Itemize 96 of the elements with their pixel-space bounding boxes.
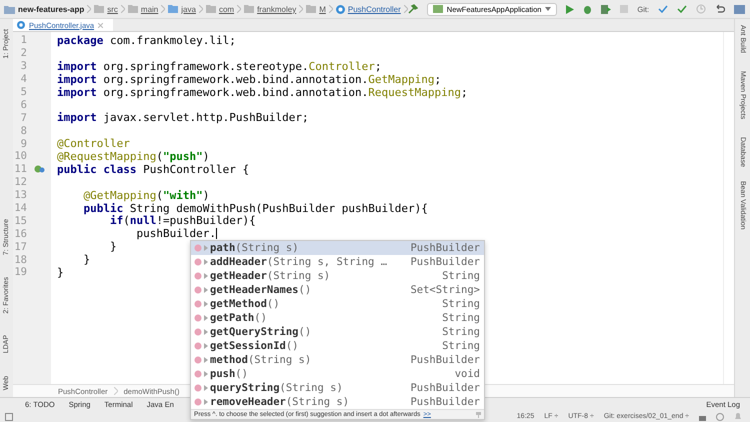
run-icon[interactable] bbox=[566, 4, 574, 14]
completion-item[interactable]: method(String s) PushBuilder bbox=[191, 353, 484, 367]
line-number: 1 bbox=[20, 34, 27, 46]
code-line: public class PushController { bbox=[56, 162, 250, 176]
folder-icon bbox=[128, 5, 138, 13]
code-line: } bbox=[108, 240, 117, 254]
code-line: import javax.servlet.http.PushBuilder; bbox=[56, 111, 309, 124]
class-icon bbox=[17, 21, 25, 29]
breadcrumb-item[interactable]: PushController bbox=[348, 4, 401, 14]
chevron-icon bbox=[328, 5, 333, 13]
class-icon bbox=[336, 4, 345, 14]
visibility-icon bbox=[204, 301, 208, 307]
chevron-icon bbox=[87, 5, 92, 13]
completion-item[interactable]: getSessionId() String bbox=[191, 339, 484, 353]
code-line: import org.springframework.web.bind.annotation.GetMapping; bbox=[56, 72, 442, 86]
visibility-icon bbox=[204, 357, 208, 363]
visibility-icon bbox=[204, 343, 208, 349]
undo-icon[interactable] bbox=[715, 4, 726, 14]
folder-icon bbox=[168, 5, 178, 13]
chevron-icon bbox=[120, 5, 125, 13]
line-number: 11 bbox=[13, 163, 27, 176]
line-number: 8 bbox=[20, 124, 27, 137]
completion-item[interactable]: getQueryString() String bbox=[191, 325, 484, 339]
visibility-icon bbox=[204, 371, 208, 377]
code-line: @RequestMapping("push") bbox=[56, 150, 210, 163]
line-number: 2 bbox=[20, 47, 27, 60]
line-number: 4 bbox=[20, 73, 27, 86]
completion-item[interactable]: getPath() String bbox=[191, 311, 484, 325]
visibility-icon bbox=[204, 315, 208, 321]
visibility-icon bbox=[204, 385, 208, 391]
line-number: 6 bbox=[20, 98, 27, 111]
line-number: 3 bbox=[20, 60, 27, 72]
chevron-icon bbox=[237, 5, 242, 13]
breadcrumb-item[interactable]: com bbox=[218, 4, 234, 14]
chevron-icon bbox=[299, 5, 304, 13]
line-number: 19 bbox=[13, 266, 27, 278]
line-number: 18 bbox=[13, 254, 27, 266]
code-line: } bbox=[82, 253, 90, 266]
line-number: 17 bbox=[13, 240, 27, 253]
code-line: import org.springframework.stereotype.Controller; bbox=[56, 60, 382, 73]
visibility-icon bbox=[204, 259, 208, 265]
completion-item[interactable]: getHeader(String s) String bbox=[191, 269, 484, 283]
project-folder-icon bbox=[4, 4, 15, 14]
completion-item[interactable]: removeHeader(String s) PushBuilder bbox=[191, 395, 484, 409]
chevron-icon bbox=[198, 5, 203, 13]
chevron-icon bbox=[114, 387, 118, 395]
pin-icon[interactable] bbox=[476, 412, 481, 418]
completion-item[interactable]: getMethod() String bbox=[191, 297, 484, 311]
completion-item[interactable]: push() void bbox=[191, 367, 484, 381]
completion-item[interactable]: queryString(String s) PushBuilder bbox=[191, 381, 484, 395]
visibility-icon bbox=[204, 245, 208, 251]
code-line: @Controller bbox=[56, 137, 130, 150]
line-number: 13 bbox=[13, 189, 27, 202]
breadcrumb-item[interactable]: main bbox=[140, 4, 158, 14]
line-number: 14 bbox=[13, 202, 27, 214]
visibility-icon bbox=[204, 273, 208, 279]
line-number: 15 bbox=[13, 214, 27, 227]
breadcrumb-item[interactable]: java bbox=[181, 4, 196, 14]
dropdown-caret-icon bbox=[545, 7, 552, 11]
folder-icon bbox=[206, 5, 216, 13]
hammer-icon[interactable] bbox=[408, 4, 418, 14]
coverage-icon[interactable] bbox=[601, 4, 612, 14]
line-number: 12 bbox=[13, 176, 27, 188]
line-number: 10 bbox=[13, 150, 27, 162]
line-number: 7 bbox=[20, 112, 27, 124]
chevron-icon bbox=[404, 5, 408, 13]
line-number: 16 bbox=[13, 228, 27, 240]
code-line: import org.springframework.web.bind.annotation.RequestMapping; bbox=[56, 86, 468, 99]
bell-icon[interactable] bbox=[734, 412, 742, 420]
breadcrumb-item[interactable]: new-features-app bbox=[18, 4, 84, 14]
chevron-icon bbox=[161, 5, 166, 13]
breadcrumb-item[interactable]: M bbox=[319, 4, 326, 14]
visibility-icon bbox=[204, 329, 208, 335]
breadcrumb-item[interactable]: src bbox=[107, 4, 118, 14]
completion-item[interactable]: addHeader(String s, String … PushBuilder bbox=[191, 255, 484, 269]
code-line: pushBuilder. bbox=[135, 227, 216, 240]
code-line: package com.frankmoley.lil; bbox=[56, 34, 236, 47]
code-line: @GetMapping("with") bbox=[82, 188, 210, 202]
visibility-icon bbox=[204, 287, 208, 293]
clock-icon[interactable] bbox=[696, 4, 706, 14]
folder-icon bbox=[306, 5, 316, 13]
completion-item[interactable]: getHeaderNames() Set<String> bbox=[191, 283, 484, 297]
close-icon[interactable] bbox=[98, 22, 104, 28]
code-line: public String demoWithPush(PushBuilder pushBuilder){ bbox=[82, 202, 428, 215]
completion-item[interactable]: path(String s) PushBuilder bbox=[191, 241, 484, 255]
line-number: 9 bbox=[20, 138, 27, 150]
folder-icon bbox=[94, 5, 104, 13]
line-number: 5 bbox=[20, 86, 27, 98]
breadcrumb-item[interactable]: frankmoley bbox=[257, 4, 296, 14]
code-line: if(null!=pushBuilder){ bbox=[110, 214, 256, 228]
visibility-icon bbox=[204, 399, 208, 405]
code-line: } bbox=[56, 266, 64, 279]
checkmark-icon[interactable] bbox=[677, 5, 688, 13]
checkmark-icon[interactable] bbox=[658, 5, 668, 13]
panel-toggle-icon[interactable] bbox=[5, 412, 13, 420]
folder-icon bbox=[244, 5, 254, 13]
